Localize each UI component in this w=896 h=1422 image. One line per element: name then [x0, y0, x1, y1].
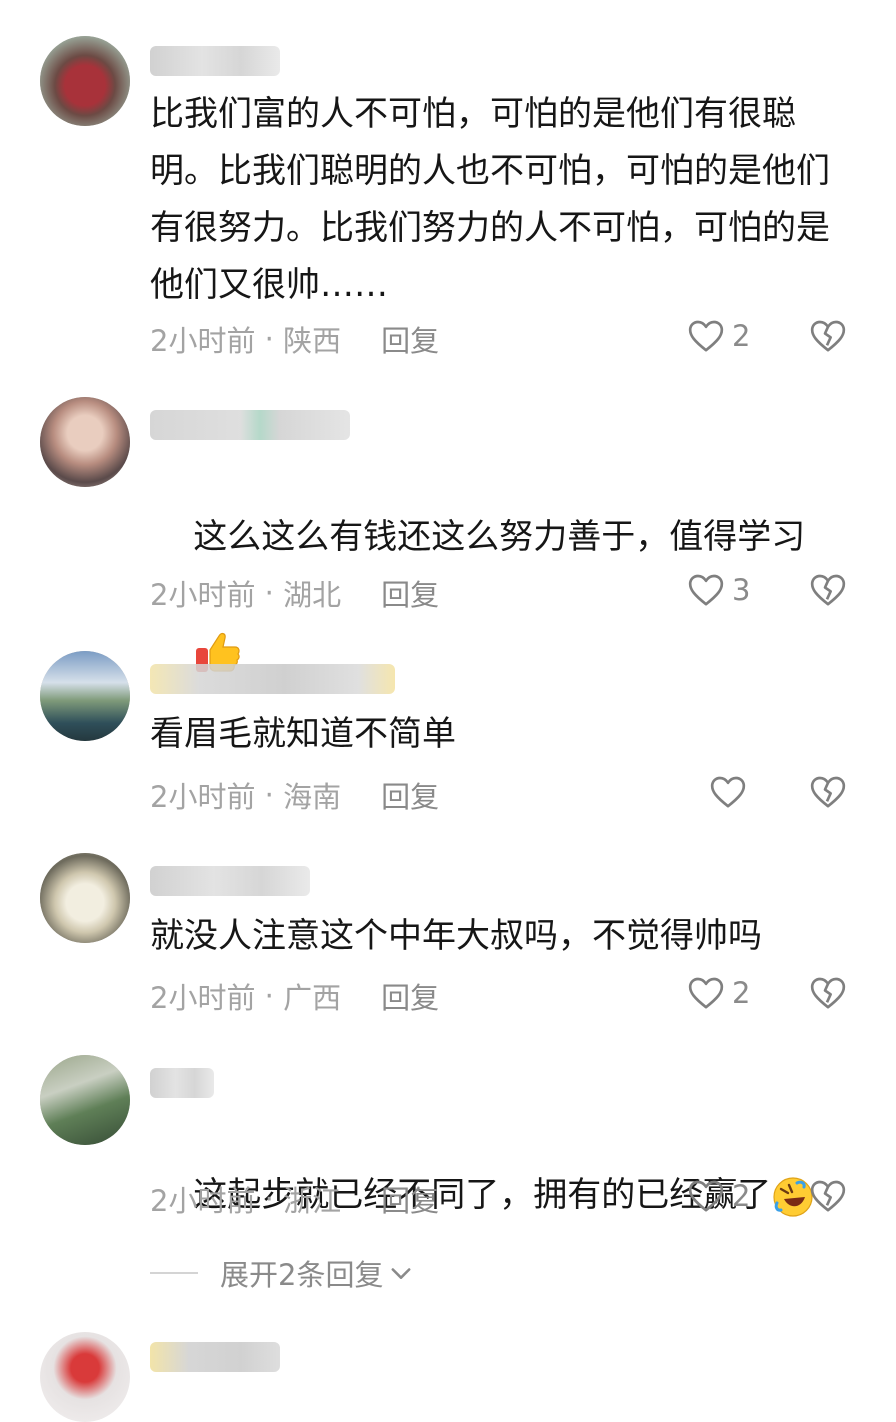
like-button[interactable]: 2 [686, 1176, 750, 1216]
broken-heart-icon [810, 320, 846, 352]
comment-time: 2小时前 [150, 1184, 256, 1218]
username-blurred[interactable] [150, 1342, 280, 1372]
chevron-down-icon [392, 1268, 411, 1279]
avatar[interactable] [40, 1055, 130, 1145]
like-count: 3 [732, 573, 751, 607]
comment-text: 看眉毛就知道不简单 [150, 714, 456, 754]
broken-heart-icon [810, 776, 846, 808]
comment-location: 湖北 [283, 578, 342, 612]
comment-meta: 2小时前 · 湖北 回复 [150, 572, 439, 614]
comment-time: 2小时前 [150, 324, 256, 358]
username-blurred[interactable] [150, 664, 395, 694]
dislike-button[interactable] [808, 316, 848, 360]
comment-text: 就没人注意这个中年大叔吗，不觉得帅吗 [150, 916, 762, 956]
broken-heart-icon [810, 574, 846, 606]
broken-heart-icon [810, 1180, 846, 1212]
reply-button[interactable]: 回复 [381, 774, 439, 816]
dislike-button[interactable] [808, 570, 848, 614]
like-button[interactable]: 2 [686, 316, 750, 356]
comment-meta: 2小时前 · 广西 回复 [150, 975, 439, 1017]
dislike-button[interactable] [808, 1176, 848, 1220]
like-count: 2 [732, 976, 751, 1010]
heart-outline-icon [688, 977, 724, 1009]
heart-outline-icon [688, 320, 724, 352]
comment-time: 2小时前 [150, 578, 256, 612]
comment-text: 比我们富的人不可怕，可怕的是他们有很聪明。比我们聪明的人也不可怕，可怕的是他们有… [150, 94, 830, 305]
expand-replies-label: 展开2条回复 [220, 1258, 384, 1292]
like-button[interactable]: 2 [686, 973, 750, 1013]
like-count: 2 [732, 1179, 751, 1213]
comment-time: 2小时前 [150, 981, 256, 1015]
heart-outline-icon [688, 574, 724, 606]
username-blurred[interactable] [150, 1068, 214, 1098]
comment-location: 广西 [283, 981, 342, 1015]
avatar[interactable] [40, 1332, 130, 1422]
avatar[interactable] [40, 853, 130, 943]
heart-outline-icon [710, 776, 746, 808]
avatar[interactable] [40, 36, 130, 126]
avatar[interactable] [40, 397, 130, 487]
like-button[interactable] [708, 772, 754, 812]
divider-line [150, 1272, 198, 1274]
expand-replies-button[interactable]: 展开2条回复 [150, 1252, 415, 1294]
comment-meta: 2小时前 · 陕西 回复 [150, 318, 439, 360]
username-blurred[interactable] [150, 410, 350, 440]
heart-outline-icon [688, 1180, 724, 1212]
broken-heart-icon [810, 977, 846, 1009]
username-blurred[interactable] [150, 46, 280, 76]
comment-meta: 2小时前 · 海南 回复 [150, 774, 439, 816]
like-button[interactable]: 3 [686, 570, 750, 610]
dislike-button[interactable] [808, 973, 848, 1017]
username-blurred[interactable] [150, 866, 310, 896]
avatar[interactable] [40, 651, 130, 741]
reply-button[interactable]: 回复 [381, 318, 439, 360]
dislike-button[interactable] [808, 772, 848, 816]
comment-meta: 2小时前 · 浙江 回复 [150, 1178, 439, 1220]
comment-location: 浙江 [283, 1184, 342, 1218]
comment-time: 2小时前 [150, 780, 256, 814]
comment-location: 海南 [283, 780, 342, 814]
reply-button[interactable]: 回复 [381, 1178, 439, 1220]
comment-location: 陕西 [283, 324, 342, 358]
like-count: 2 [732, 319, 751, 353]
reply-button[interactable]: 回复 [381, 572, 439, 614]
reply-button[interactable]: 回复 [381, 975, 439, 1017]
